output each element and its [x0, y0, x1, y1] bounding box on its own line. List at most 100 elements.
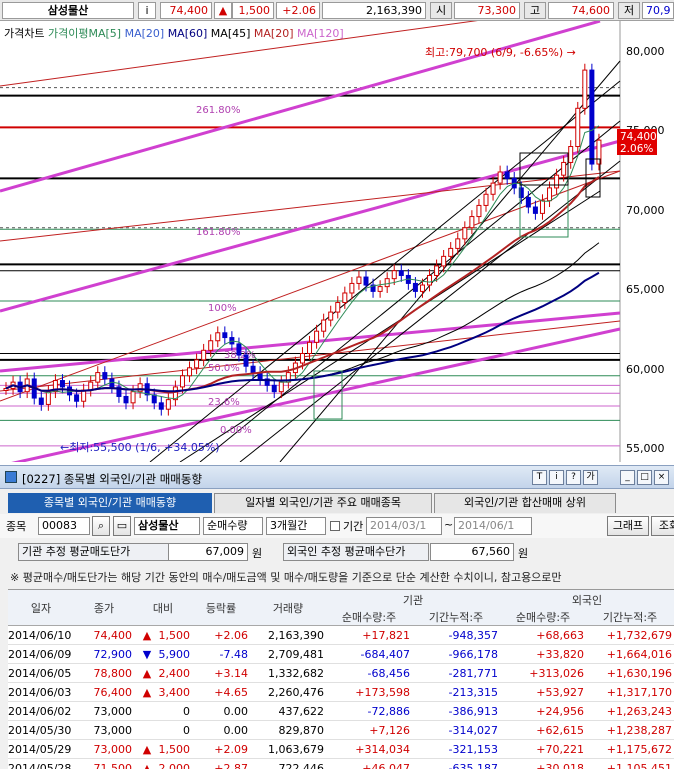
tab-daily-top-stocks[interactable]: 일자별 외국인/기관 주요 매매종목: [214, 493, 432, 513]
stock-name[interactable]: 삼성물산: [2, 2, 134, 19]
foreign-avg-select[interactable]: 외국인 추정 평균매수단가: [283, 543, 429, 561]
legend-item[interactable]: MA[20]: [125, 27, 165, 40]
legend-item[interactable]: MA[20]: [254, 27, 294, 40]
cell-for-cum: +1,263,243: [606, 705, 672, 718]
minimize-button[interactable]: _: [620, 470, 635, 485]
window-titlebar[interactable]: [0227] 종목별 외국인/기관 매매동향 T i ? 가 _ □ ×: [0, 465, 674, 489]
high-label: 고: [524, 2, 546, 19]
table-row[interactable]: 2014/06/03 76,400 ▲ 3,400 +4.65 2,260,476 +173…: [8, 684, 674, 702]
maximize-button[interactable]: □: [637, 470, 652, 485]
candle-body: [130, 391, 136, 404]
cell-rate: 0.00: [223, 724, 249, 737]
info-button[interactable]: i: [549, 470, 564, 485]
col-inst-net[interactable]: 순매수량:주: [326, 609, 412, 625]
table-row[interactable]: 2014/06/10 74,400 ▲ 1,500 +2.06 2,163,390 +17,…: [8, 627, 674, 645]
cell-for-net: +68,663: [536, 629, 584, 642]
col-volume[interactable]: 거래량: [250, 600, 326, 616]
cell-for-net: +313,026: [529, 667, 584, 680]
cell-volume: 1,332,682: [268, 667, 324, 680]
cell-inst-cum: -213,315: [448, 686, 498, 699]
cell-close: 73,000: [93, 743, 133, 756]
inst-avg-select[interactable]: 기관 추정 평균매도단가: [18, 543, 174, 561]
fib-label: 0.00%: [220, 425, 252, 436]
foreign-avg-value: 67,560: [430, 543, 514, 561]
date-from-input[interactable]: 2014/03/1: [366, 517, 442, 535]
candle-body: [427, 274, 433, 286]
cell-close: 78,800: [93, 667, 133, 680]
col-rate[interactable]: 등락률: [192, 600, 250, 616]
cell-rate: 0.00: [223, 705, 249, 718]
y-tick-label: 55,000: [626, 442, 665, 455]
mode-select[interactable]: 순매수량: [203, 517, 263, 535]
help-button[interactable]: ?: [566, 470, 581, 485]
legend-item[interactable]: MA[45]: [211, 27, 251, 40]
cell-for-cum: +1,105,451: [606, 762, 672, 769]
legend-item[interactable]: MA[60]: [168, 27, 208, 40]
cell-inst-net: -684,407: [360, 648, 410, 661]
cell-inst-net: +173,598: [355, 686, 410, 699]
change-rate: +2.06: [276, 2, 320, 19]
table-row[interactable]: 2014/05/30 73,000 0 0.00 829,870 +7,126 -314,0…: [8, 722, 674, 740]
col-inst-cum[interactable]: 기간누적:주: [412, 609, 500, 625]
candle-body: [342, 292, 348, 304]
candle-body: [201, 349, 207, 361]
y-tick-label: 70,000: [626, 204, 665, 217]
cell-rate: -7.48: [219, 648, 248, 661]
cell-diff: 0: [183, 724, 190, 737]
candle-body: [187, 367, 193, 377]
table-row[interactable]: 2014/06/05 78,800 ▲ 2,400 +3.14 1,332,682 -68,…: [8, 665, 674, 683]
tab-combined-top[interactable]: 외국인/기관 합산매매 상위: [434, 493, 616, 513]
price-chart[interactable]: 80,000 75,000 70,000 65,000 60,000 55,00…: [0, 0, 674, 468]
cell-diff: 1,500: [158, 743, 191, 756]
candle-body: [307, 341, 313, 354]
date-to-input[interactable]: 2014/06/1: [454, 517, 532, 535]
folder-icon[interactable]: ▭: [113, 516, 131, 536]
cell-arrow: ▲: [142, 629, 152, 642]
pin-button[interactable]: T: [532, 470, 547, 485]
col-for-cum[interactable]: 기간누적:주: [586, 609, 674, 625]
cell-for-net: +70,221: [536, 743, 584, 756]
col-diff[interactable]: 대비: [134, 600, 192, 616]
period-checkbox[interactable]: [330, 521, 340, 531]
col-close[interactable]: 종가: [74, 600, 134, 616]
col-for-net[interactable]: 순매수량:주: [500, 609, 586, 625]
search-icon[interactable]: ⌕: [92, 516, 110, 536]
cell-rate: +2.06: [214, 629, 248, 642]
legend-item[interactable]: MA[120]: [297, 27, 344, 40]
col-date[interactable]: 일자: [8, 600, 74, 616]
stock-quote-bar: 삼성물산 i 74,400 ▲ 1,500 +2.06 2,163,390 시 …: [0, 0, 674, 21]
info-button[interactable]: i: [138, 2, 156, 19]
table-row[interactable]: 2014/06/02 73,000 0 0.00 437,622 -72,886 -386,…: [8, 703, 674, 721]
date-tilde: ~: [444, 518, 454, 531]
legend-item[interactable]: 가격이평: [48, 27, 88, 40]
candle-body: [483, 193, 489, 206]
col-inst: 기관: [402, 594, 424, 607]
stock-code-input[interactable]: 00083: [38, 517, 90, 535]
cell-inst-cum: -966,178: [448, 648, 498, 661]
table-row[interactable]: 2014/05/28 71,500 ▲ 2,000 +2.87 722,446 +46,04…: [8, 760, 674, 769]
candle-body: [434, 265, 440, 276]
cell-close: 76,400: [93, 686, 133, 699]
cell-for-cum: +1,175,672: [606, 743, 672, 756]
cell-inst-net: -72,886: [367, 705, 410, 718]
font-button[interactable]: 가: [583, 470, 598, 485]
table-row[interactable]: 2014/05/29 73,000 ▲ 1,500 +2.09 1,063,679 +314…: [8, 741, 674, 759]
price-chart-svg[interactable]: 80,000 75,000 70,000 65,000 60,000 55,00…: [0, 0, 674, 468]
candle-body: [504, 171, 510, 179]
tab-stock-investor-trend[interactable]: 종목별 외국인/기관 매매동향: [8, 493, 212, 513]
query-button[interactable]: 조회: [651, 516, 674, 536]
cell-for-cum: +1,630,196: [606, 667, 672, 680]
cell-rate: +4.65: [214, 686, 248, 699]
candle-body: [74, 394, 80, 402]
period-select[interactable]: 3개월간: [266, 517, 326, 535]
low-label: 저: [618, 2, 640, 19]
close-button[interactable]: ×: [654, 470, 669, 485]
cell-inst-cum: -321,153: [448, 743, 498, 756]
graph-button[interactable]: 그래프: [607, 516, 649, 536]
fib-label: 23.6%: [208, 397, 240, 408]
legend-item[interactable]: MA[5]: [88, 27, 121, 40]
table-row[interactable]: 2014/06/09 72,900 ▼ 5,900 -7.48 2,709,481 -684…: [8, 646, 674, 664]
candle-body: [412, 282, 418, 292]
cell-volume: 829,870: [278, 724, 325, 737]
candle-body: [561, 161, 567, 176]
